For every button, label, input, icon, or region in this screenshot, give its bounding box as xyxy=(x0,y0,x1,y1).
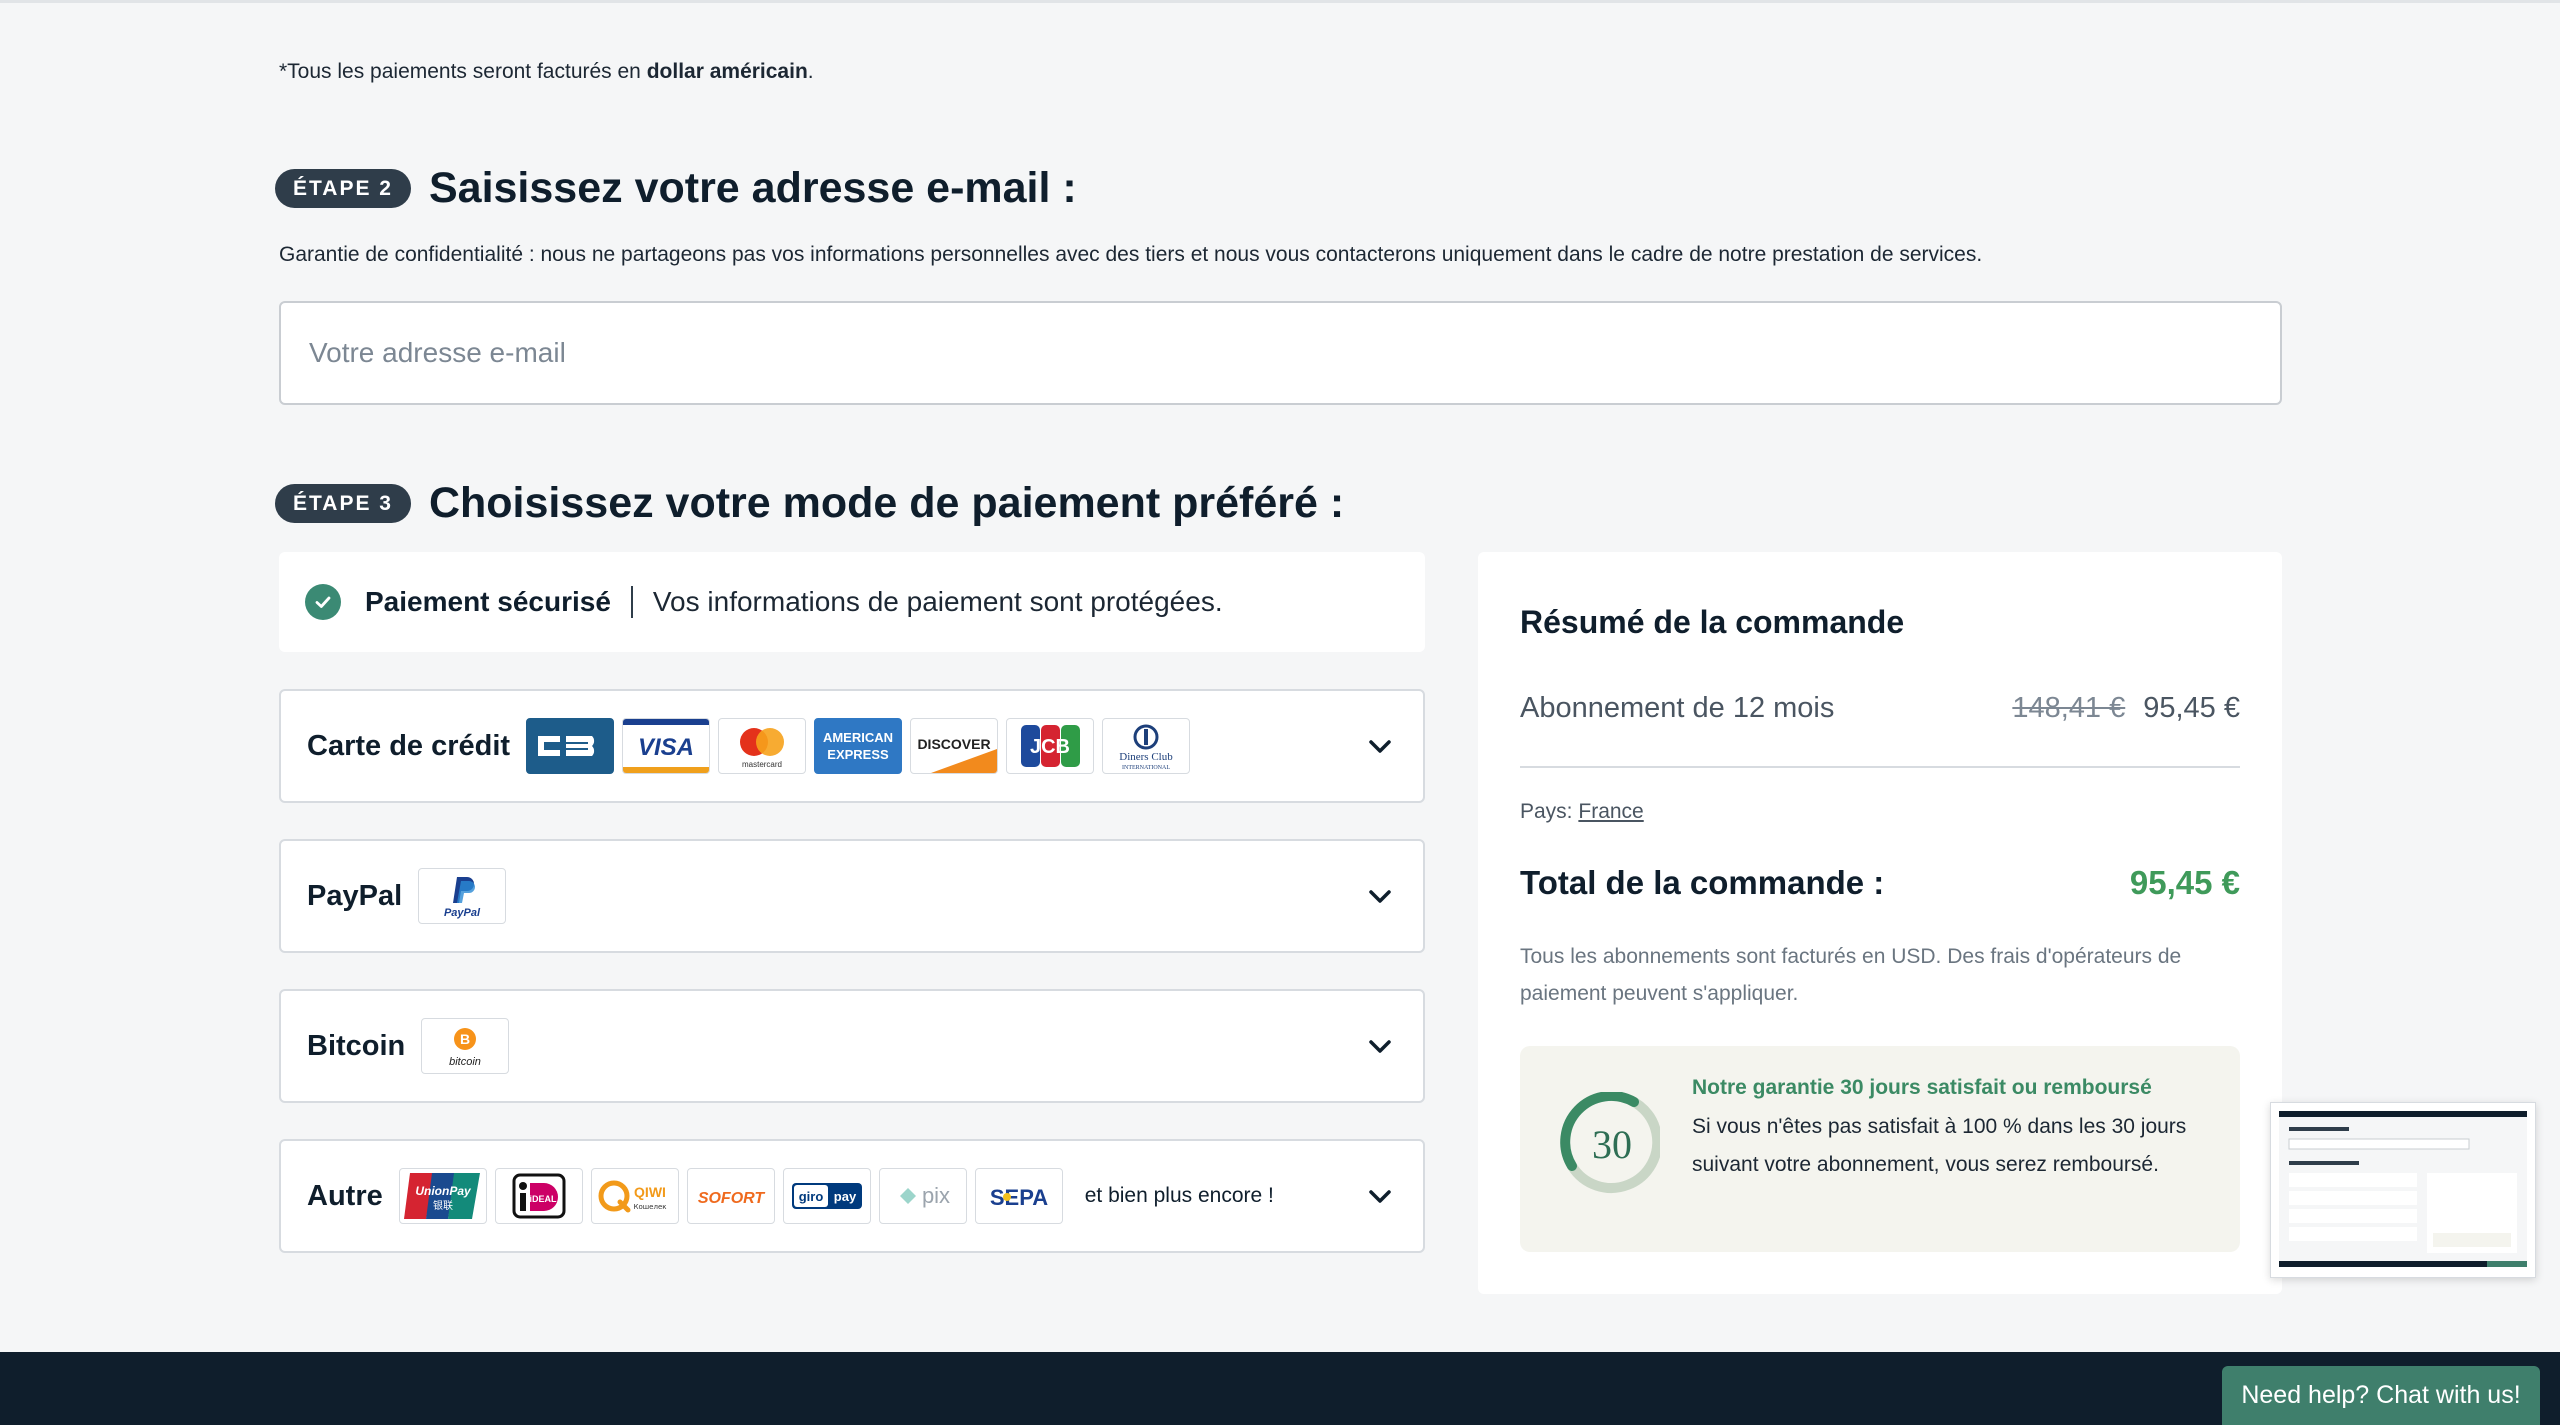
svg-text:Diners Club: Diners Club xyxy=(1119,751,1173,763)
more-methods-text: et bien plus encore ! xyxy=(1084,1184,1274,1207)
step-3-heading: ÉTAPE 3 Choisissez votre mode de paiemen… xyxy=(275,479,1344,528)
svg-text:UnionPay: UnionPay xyxy=(415,1184,472,1198)
step-2-heading: ÉTAPE 2 Saisissez votre adresse e-mail : xyxy=(275,164,1077,213)
svg-text:mastercard: mastercard xyxy=(742,760,782,769)
country-label: Pays: xyxy=(1520,800,1573,823)
svg-text:SEPA: SEPA xyxy=(990,1185,1048,1210)
mastercard-logo: mastercard xyxy=(718,718,807,774)
price-group: 148,41 € 95,45 € xyxy=(2012,692,2240,725)
sepa-logo: SEPA xyxy=(974,1168,1063,1224)
svg-text:SOFORT: SOFORT xyxy=(698,1190,766,1207)
svg-text:银联: 银联 xyxy=(433,1199,453,1212)
svg-text:bitcoin: bitcoin xyxy=(449,1056,481,1068)
top-divider xyxy=(0,0,2560,3)
payment-method-bitcoin[interactable]: Bitcoin Bbitcoin xyxy=(279,989,1425,1103)
qiwi-logo: QIWI Кошелек xyxy=(590,1168,679,1224)
visa-logo: VISA xyxy=(622,718,711,774)
svg-text:iDEAL: iDEAL xyxy=(529,1194,557,1204)
svg-text:EXPRESS: EXPRESS xyxy=(827,747,889,762)
chevron-down-icon[interactable] xyxy=(1365,1031,1395,1061)
svg-text:30: 30 xyxy=(1592,1122,1632,1167)
payment-method-paypal[interactable]: PayPal PayPal xyxy=(279,839,1425,953)
discover-logo: DISCOVER xyxy=(910,718,999,774)
svg-text:DISCOVER: DISCOVER xyxy=(918,736,991,752)
payment-method-label: Bitcoin xyxy=(307,1029,406,1062)
money-back-guarantee: 30 Notre garantie 30 jours satisfait ou … xyxy=(1520,1046,2240,1252)
chevron-down-icon[interactable] xyxy=(1365,731,1395,761)
svg-text:JCB: JCB xyxy=(1030,736,1070,758)
total-row: Total de la commande : 95,45 € xyxy=(1520,864,2240,902)
guarantee-title: Notre garantie 30 jours satisfait ou rem… xyxy=(1692,1076,2152,1099)
order-summary-card: Résumé de la commande Abonnement de 12 m… xyxy=(1478,552,2282,1294)
payment-method-other[interactable]: Autre UnionPay 银联 iDEAL QIWI Кошелек SOFOR… xyxy=(279,1139,1425,1253)
svg-text:giro: giro xyxy=(798,1189,823,1204)
check-icon xyxy=(305,584,341,620)
privacy-note: Garantie de confidentialité : nous ne pa… xyxy=(279,243,1983,266)
jcb-logo: JCB xyxy=(1006,718,1095,774)
page-footer xyxy=(0,1352,2560,1425)
svg-text:PayPal: PayPal xyxy=(444,907,481,919)
svg-text:VISA: VISA xyxy=(638,734,694,761)
cb-logo xyxy=(526,718,615,774)
guarantee-30-badge-icon: 30 xyxy=(1560,1092,1660,1193)
secure-payment-text: Vos informations de paiement sont protég… xyxy=(652,586,1223,617)
chevron-down-icon[interactable] xyxy=(1365,881,1395,911)
guarantee-text: Si vous n'êtes pas satisfait à 100 % dan… xyxy=(1692,1115,2187,1176)
total-label: Total de la commande : xyxy=(1520,864,1885,901)
svg-text:AMERICAN: AMERICAN xyxy=(823,730,893,745)
payment-method-label: PayPal xyxy=(307,879,403,912)
email-input[interactable] xyxy=(279,301,2282,405)
country-link[interactable]: France xyxy=(1578,800,1643,823)
payment-method-credit-card[interactable]: Carte de crédit VISA mastercard AMERICAN… xyxy=(279,689,1425,803)
unionpay-logo: UnionPay 银联 xyxy=(398,1168,487,1224)
svg-text:pix: pix xyxy=(922,1183,950,1208)
ideal-logo: iDEAL xyxy=(494,1168,583,1224)
country-row: Pays: France xyxy=(1520,800,1644,824)
pix-logo: pix xyxy=(878,1168,967,1224)
order-summary-title: Résumé de la commande xyxy=(1520,604,1905,640)
old-price: 148,41 € xyxy=(2012,692,2126,724)
svg-text:Кошелек: Кошелек xyxy=(633,1203,666,1211)
payment-method-label: Carte de crédit xyxy=(307,729,511,762)
separator xyxy=(630,586,633,618)
svg-text:pay: pay xyxy=(834,1189,857,1204)
page-preview-thumbnail[interactable] xyxy=(2270,1102,2536,1278)
step-2-title: Saisissez votre adresse e-mail : xyxy=(428,164,1077,212)
step-2-badge: ÉTAPE 2 xyxy=(275,169,411,208)
subscription-price: 95,45 € xyxy=(2143,692,2240,724)
chevron-down-icon[interactable] xyxy=(1365,1181,1395,1211)
paypal-logo: PayPal xyxy=(418,868,507,924)
subscription-row: Abonnement de 12 mois 148,41 € 95,45 € xyxy=(1520,692,2240,725)
svg-text:INTERNATIONAL: INTERNATIONAL xyxy=(1122,765,1170,771)
giropay-logo: giro pay xyxy=(782,1168,871,1224)
secure-payment-title: Paiement sécurisé xyxy=(365,586,611,617)
usd-billing-note: Tous les abonnements sont facturés en US… xyxy=(1520,945,2182,1005)
step-3-title: Choisissez votre mode de paiement préfér… xyxy=(428,479,1345,527)
sofort-logo: SOFORT xyxy=(686,1168,775,1224)
summary-divider xyxy=(1520,766,2240,768)
svg-text:B: B xyxy=(460,1031,470,1047)
billing-currency-note: *Tous les paiements seront facturés en d… xyxy=(279,60,814,83)
american-express-logo: AMERICAN EXPRESS xyxy=(814,718,903,774)
svg-text:QIWI: QIWI xyxy=(634,1184,666,1200)
total-value: 95,45 € xyxy=(2129,864,2240,901)
bitcoin-logo: Bbitcoin xyxy=(421,1018,510,1074)
step-3-badge: ÉTAPE 3 xyxy=(275,484,411,523)
secure-payment-banner: Paiement sécurisé Vos informations de pa… xyxy=(279,552,1425,652)
subscription-label: Abonnement de 12 mois xyxy=(1520,692,1835,724)
diners-club-logo: Diners Club INTERNATIONAL xyxy=(1102,718,1191,774)
chat-help-button[interactable]: Need help? Chat with us! xyxy=(2222,1366,2540,1425)
payment-method-label: Autre xyxy=(307,1179,383,1212)
